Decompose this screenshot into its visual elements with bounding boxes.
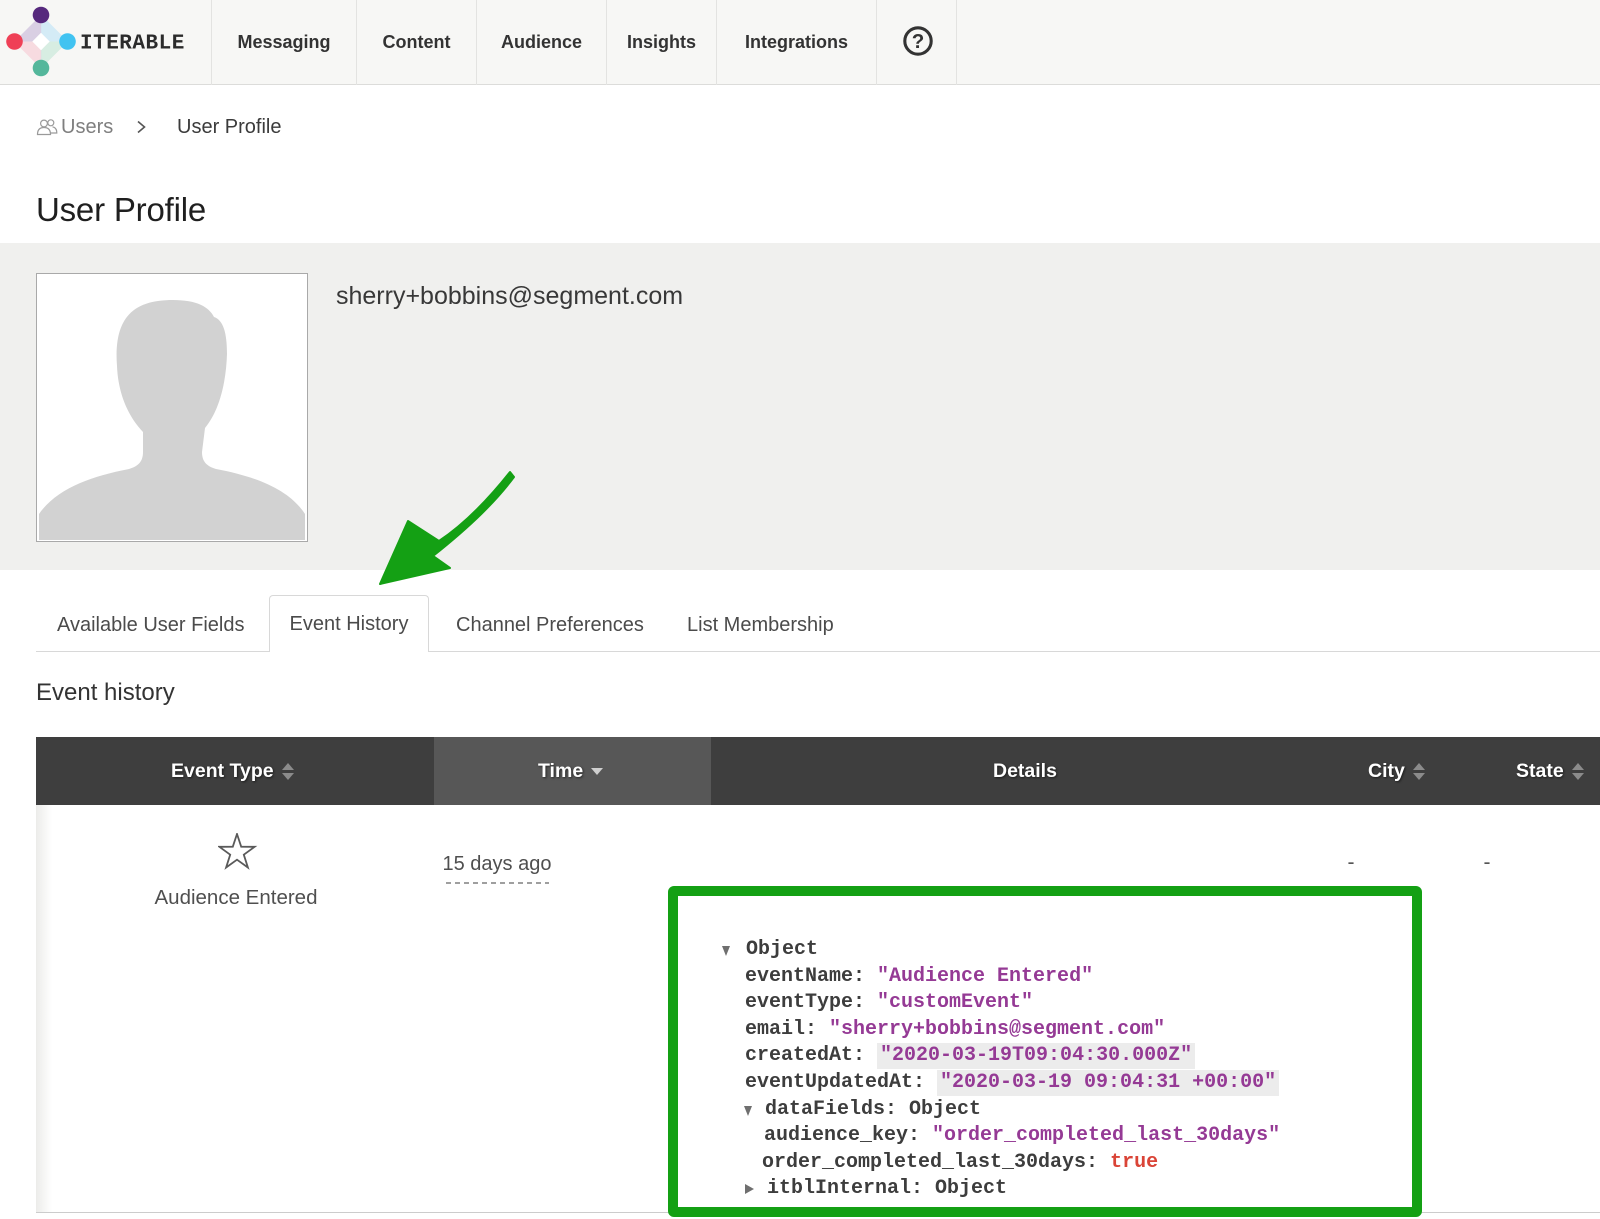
svg-text:ITERABLE: ITERABLE bbox=[80, 33, 185, 56]
svg-text:?: ? bbox=[912, 30, 925, 53]
